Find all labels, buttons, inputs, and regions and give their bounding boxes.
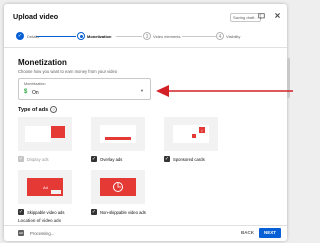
non-skippable-ads-option[interactable]: ✓ Non-skippable video ads xyxy=(91,209,146,215)
display-ads-checkbox[interactable]: ✓ xyxy=(18,156,24,162)
step-label-monetization[interactable]: Monetization xyxy=(87,34,111,39)
display-ads-option[interactable]: ✓ Display ads xyxy=(18,156,49,162)
monetization-select[interactable]: Monetization $ On ▼ xyxy=(18,78,151,100)
back-button[interactable]: BACK xyxy=(241,230,254,235)
overlay-ads-option[interactable]: ✓ Overlay ads xyxy=(91,156,122,162)
step-label-visibility[interactable]: Visibility xyxy=(226,34,240,39)
svg-text:Ad: Ad xyxy=(43,185,48,190)
dialog-footer: HD Processing... BACK NEXT xyxy=(4,226,287,241)
upload-dialog: Upload video Saving draft... ✓ Details M… xyxy=(4,4,287,241)
monetization-title: Monetization xyxy=(18,58,67,67)
svg-text:i: i xyxy=(202,128,203,133)
non-skippable-ads-label: Non-skippable video ads xyxy=(100,209,146,215)
monetization-select-label: Monetization xyxy=(24,82,46,86)
ad-location-title: Location of video ads xyxy=(18,218,62,223)
overlay-ads-label: Overlay ads xyxy=(100,156,123,162)
skippable-ads-preview: Ad xyxy=(18,170,72,204)
monetization-select-value: On xyxy=(32,90,39,96)
dialog-header: Upload video Saving draft... xyxy=(4,4,287,26)
ad-types-title-text: Type of ads xyxy=(18,107,49,113)
step-3-circle[interactable]: 3 xyxy=(143,32,151,40)
dollar-icon: $ xyxy=(24,89,28,95)
skippable-ads-option[interactable]: ✓ Skippable video ads xyxy=(18,209,64,215)
overlay-ads-checkbox[interactable]: ✓ xyxy=(91,156,97,162)
step-2-current-icon[interactable] xyxy=(77,32,85,40)
skippable-ads-label: Skippable video ads xyxy=(27,209,65,215)
display-ads-label: Display ads xyxy=(27,156,49,162)
saving-status: Saving draft... xyxy=(230,13,261,22)
annotation-arrow-icon xyxy=(156,85,293,97)
non-skippable-ads-preview xyxy=(91,170,145,204)
skippable-ads-checkbox[interactable]: ✓ xyxy=(18,209,24,215)
next-button[interactable]: NEXT xyxy=(259,228,281,238)
sponsored-cards-label: Sponsored cards xyxy=(173,156,205,162)
monetization-subtitle: Choose how you want to earn money from y… xyxy=(18,69,118,74)
non-skippable-ads-checkbox[interactable]: ✓ xyxy=(91,209,97,215)
dialog-title: Upload video xyxy=(13,12,59,21)
step-4-circle[interactable]: 4 xyxy=(216,32,224,40)
help-icon[interactable]: ? xyxy=(50,106,58,113)
step-connector-2 xyxy=(116,36,142,37)
step-label-details[interactable]: Details xyxy=(27,34,39,39)
processing-status: Processing... xyxy=(30,231,55,236)
overlay-ads-preview xyxy=(91,117,145,151)
sponsored-cards-preview: i xyxy=(164,117,218,151)
step-connector-1 xyxy=(36,36,76,37)
step-connector-3 xyxy=(182,36,216,37)
display-ads-preview xyxy=(18,117,72,151)
upload-stepper: ✓ Details Monetization 3 Video elements … xyxy=(4,28,287,46)
step-label-video-elements[interactable]: Video elements xyxy=(153,34,181,39)
monetization-content: Monetization Choose how you want to earn… xyxy=(4,48,287,224)
close-icon[interactable] xyxy=(274,12,281,21)
ad-types-title: Type of ads? xyxy=(18,106,58,113)
dropdown-caret-icon: ▼ xyxy=(140,88,144,93)
hd-icon: HD xyxy=(18,230,25,236)
sponsored-cards-option[interactable]: ✓ Sponsored cards xyxy=(164,156,205,162)
feedback-icon[interactable] xyxy=(258,13,265,22)
sponsored-cards-checkbox[interactable]: ✓ xyxy=(164,156,170,162)
step-1-check-icon[interactable]: ✓ xyxy=(16,32,24,40)
